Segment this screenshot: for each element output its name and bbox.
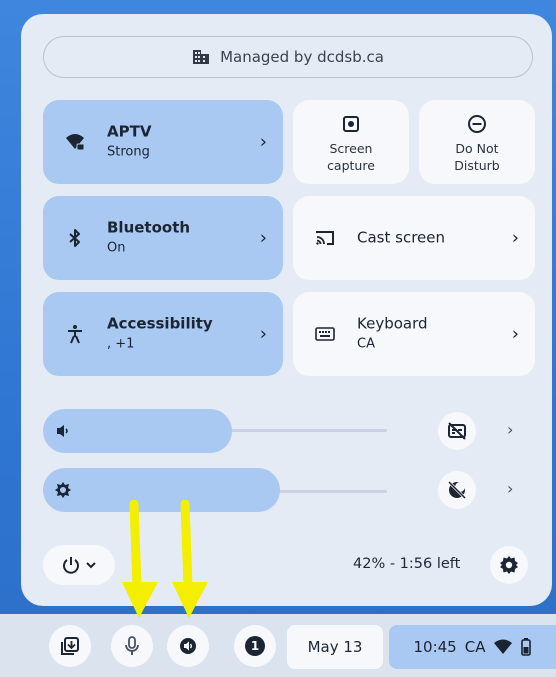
- cast-icon: [316, 231, 334, 245]
- date-tray[interactable]: May 13: [287, 625, 383, 669]
- keyboard-icon: [315, 327, 335, 341]
- date-text: May 13: [307, 638, 363, 656]
- dnd-label-1: Do Not: [455, 141, 499, 156]
- screen-capture-tile[interactable]: Screen capture: [293, 100, 409, 184]
- power-menu-button[interactable]: [43, 545, 115, 585]
- wifi-icon: [494, 639, 513, 654]
- screen-capture-label-1: Screen: [329, 141, 373, 156]
- shelf: 1 May 13 10:45 CA: [0, 614, 556, 677]
- chevron-down-icon: [86, 562, 96, 569]
- wifi-tile[interactable]: APTV Strong ›: [43, 100, 283, 184]
- keyboard-layout: CA: [357, 336, 375, 352]
- do-not-disturb-icon: [468, 115, 486, 133]
- captions-off-icon: [448, 422, 466, 440]
- screen-capture-label-2: capture: [327, 158, 375, 173]
- accessibility-status: , +1: [107, 336, 135, 352]
- volume-slider[interactable]: [43, 409, 232, 453]
- region-text: CA: [464, 638, 486, 656]
- night-light-button[interactable]: [438, 471, 476, 509]
- keyboard-tile[interactable]: Keyboard CA ›: [293, 292, 535, 376]
- microphone-icon: [125, 636, 139, 655]
- bluetooth-title: Bluetooth: [107, 218, 191, 237]
- clipboard-add-icon: [61, 637, 79, 655]
- wifi-network-name: APTV: [107, 122, 152, 141]
- annotation-arrow-select-to-speak: [172, 500, 208, 618]
- select-to-speak-icon: [180, 638, 196, 654]
- keyboard-title: Keyboard: [357, 314, 428, 333]
- chevron-right-icon[interactable]: ›: [507, 479, 513, 498]
- chevron-right-icon[interactable]: ›: [512, 228, 519, 249]
- dnd-label-2: Disturb: [454, 158, 500, 173]
- power-icon: [63, 557, 79, 574]
- building-icon: [193, 50, 210, 64]
- clipboard-tray-button[interactable]: [49, 625, 91, 667]
- do-not-disturb-tile[interactable]: Do Not Disturb: [419, 100, 535, 184]
- screen-capture-icon: [343, 116, 359, 132]
- live-caption-button[interactable]: [438, 412, 476, 450]
- settings-button[interactable]: [490, 546, 528, 584]
- dictation-button[interactable]: [111, 625, 153, 667]
- time-text: 10:45: [413, 638, 457, 656]
- annotation-arrow-dictation: [122, 500, 158, 618]
- wifi-signal-strength: Strong: [107, 144, 150, 160]
- night-light-off-icon: [447, 480, 467, 500]
- chevron-right-icon[interactable]: ›: [512, 324, 519, 345]
- chevron-right-icon[interactable]: ›: [260, 324, 267, 345]
- brightness-icon: [55, 482, 71, 498]
- chevron-right-icon[interactable]: ›: [507, 420, 513, 439]
- battery-icon: [521, 638, 532, 656]
- bluetooth-tile[interactable]: Bluetooth On ›: [43, 196, 283, 280]
- accessibility-icon: [68, 325, 82, 344]
- gear-icon: [500, 556, 518, 574]
- accessibility-title: Accessibility: [107, 314, 213, 333]
- notification-counter[interactable]: 1: [234, 625, 276, 667]
- managed-by-text: Managed by dcdsb.ca: [220, 48, 384, 66]
- quick-settings-panel: Managed by dcdsb.ca APTV Strong › Screen…: [21, 14, 552, 606]
- notification-count: 1: [250, 639, 260, 653]
- cast-screen-tile[interactable]: Cast screen ›: [293, 196, 535, 280]
- speaker-icon: [57, 425, 68, 437]
- chevron-right-icon[interactable]: ›: [260, 228, 267, 249]
- chevron-right-icon[interactable]: ›: [260, 132, 267, 153]
- bluetooth-status: On: [107, 240, 126, 256]
- bluetooth-icon: [69, 229, 80, 247]
- accessibility-tile[interactable]: Accessibility , +1 ›: [43, 292, 283, 376]
- wifi-locked-icon: [66, 134, 85, 151]
- managed-by-banner[interactable]: Managed by dcdsb.ca: [43, 36, 533, 78]
- select-to-speak-button[interactable]: [167, 625, 209, 667]
- cast-screen-title: Cast screen: [357, 228, 445, 247]
- system-tray[interactable]: 10:45 CA: [389, 625, 556, 669]
- battery-status: 42% - 1:56 left: [353, 556, 461, 572]
